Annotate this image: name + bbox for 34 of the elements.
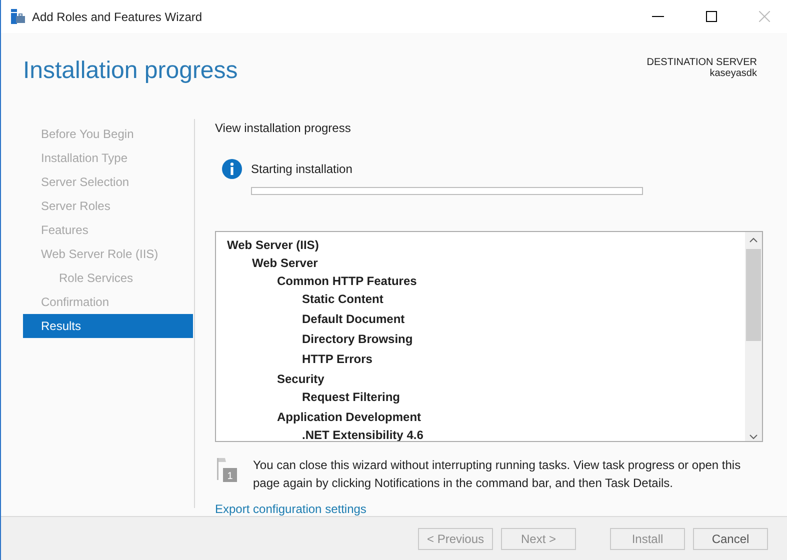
tree-item: HTTP Errors [302,350,374,368]
wizard-button[interactable]: Cancel [693,528,768,550]
tree-item: Security [277,370,326,388]
wizard-step[interactable]: Role Services [23,266,193,290]
wizard-step[interactable]: Server Roles [23,194,193,218]
tree-item: Default Document [302,310,406,328]
wizard-step[interactable]: Features [23,218,193,242]
destination-label: DESTINATION SERVER [646,57,757,68]
wizard-step[interactable]: Results [23,314,193,338]
tree-item: .NET Extensibility 4.6 [302,426,424,441]
tree-item: Web Server (IIS) [227,236,320,254]
server-manager-icon [11,9,25,24]
tree-item: Directory Browsing [302,330,414,348]
notice-text: You can close this wizard without interrupting running tasks. View task progress or open this page again by clicking Notifications in the command bar, and then Task Details. [253,457,742,492]
status-text: Starting installation [251,162,352,176]
scrollbar[interactable] [745,232,762,441]
wizard-step[interactable]: Confirmation [23,290,193,314]
wizard-step[interactable]: Installation Type [23,146,193,170]
server-name: kaseyasdk [710,68,757,79]
tree-item: Application Development [277,408,422,426]
wizard-step[interactable]: Before You Begin [23,122,193,146]
tree-item: Common HTTP Features [277,272,418,290]
minimize-icon[interactable] [652,16,664,18]
page-title: Installation progress [23,57,238,86]
tree-item: Web Server [252,254,319,272]
tree-item: Request Filtering [302,388,402,406]
wizard-step[interactable]: Server Selection [23,170,193,194]
info-icon [222,159,242,179]
export-link[interactable]: Export configuration settings [215,502,366,516]
maximize-icon[interactable] [706,11,716,22]
section-heading: View installation progress [215,121,352,135]
tree-item: Static Content [302,290,384,308]
wizard-step[interactable]: Web Server Role (IIS) [23,242,193,266]
window-title: Add Roles and Features Wizard [32,10,204,24]
